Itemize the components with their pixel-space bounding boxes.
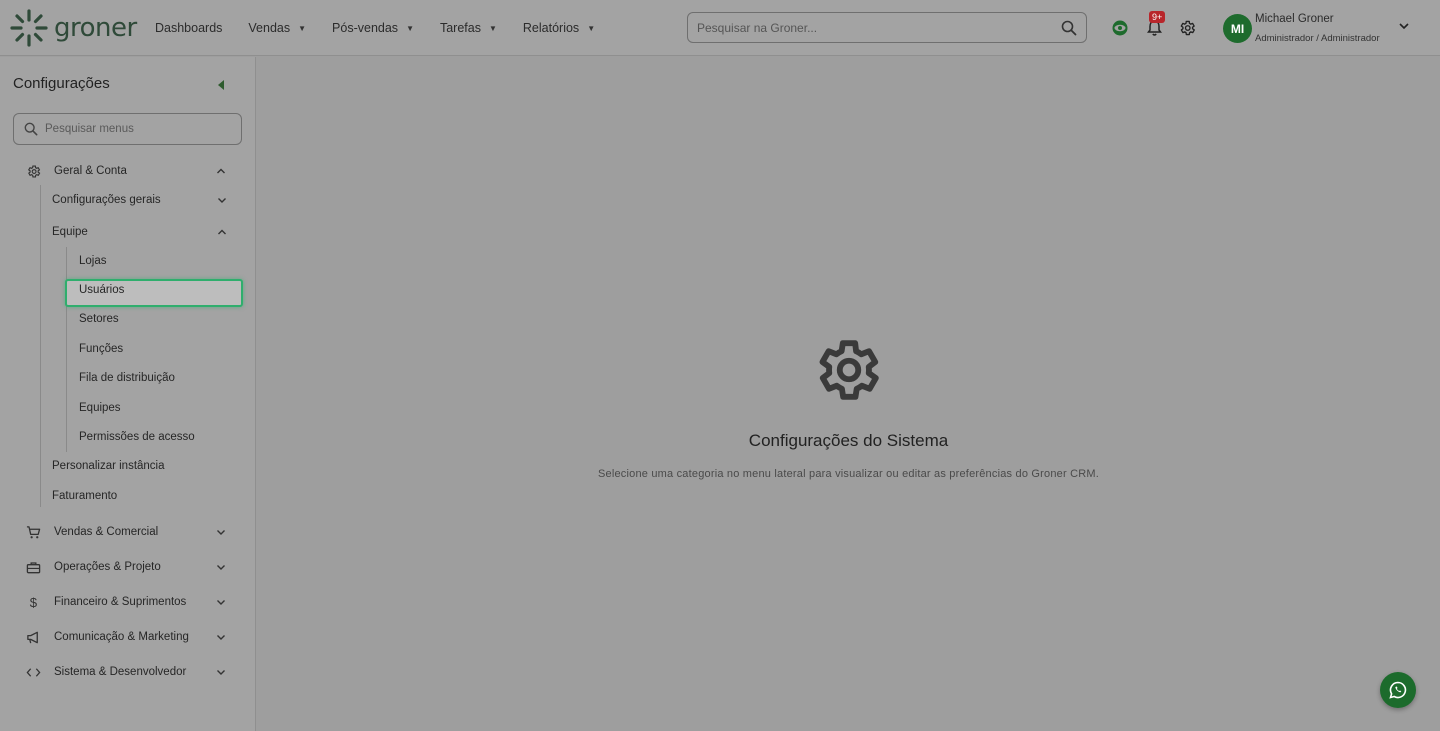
- sidebar-group-sistema-desenvolvedor[interactable]: Sistema & Desenvolvedor: [25, 664, 245, 680]
- sidebar-group-label: Comunicação & Marketing: [54, 631, 189, 643]
- groner-logo-icon: [10, 9, 48, 47]
- nav-label: Vendas: [248, 21, 291, 35]
- sidebar-group-operacoes-projeto[interactable]: Operações & Projeto: [25, 559, 245, 575]
- sidebar-title: Configurações: [13, 75, 110, 92]
- sidebar-group-label: Vendas & Comercial: [54, 526, 159, 538]
- sidebar-group-label: Financeiro & Suprimentos: [54, 596, 187, 608]
- sidebar-item-funcoes[interactable]: Funções: [79, 343, 123, 355]
- main-nav: Dashboards Vendas ▼ Pós-vendas ▼ Tarefas ▼ …: [155, 0, 621, 56]
- page-title: Configurações do Sistema: [748, 431, 949, 450]
- sidebar-item-label: Setores: [79, 313, 119, 325]
- global-search-input[interactable]: [697, 20, 1061, 35]
- sidebar-group-financeiro-suprimentos[interactable]: $ Financeiro & Suprimentos: [25, 594, 245, 610]
- gear-icon: [819, 340, 879, 400]
- chevron-down-icon: [217, 530, 225, 535]
- nav-relatorios[interactable]: Relatórios ▼: [523, 21, 595, 35]
- sidebar-item-personalizar-instancia[interactable]: Personalizar instância: [52, 460, 165, 472]
- nav-label: Pós-vendas: [332, 21, 399, 35]
- menu-search[interactable]: [13, 113, 242, 145]
- sidebar-item-permissoes-acesso[interactable]: Permissões de acesso: [79, 431, 195, 443]
- sidebar-item-label: Personalizar instância: [52, 460, 165, 472]
- gear-icon: [25, 163, 41, 179]
- logo[interactable]: groner: [10, 9, 137, 47]
- user-role: Administrador / Administrador: [1255, 33, 1380, 44]
- page-subtitle: Selecione uma categoria no menu lateral …: [597, 468, 1099, 480]
- chevron-down-icon: [217, 565, 225, 570]
- chevron-down-icon: [217, 635, 225, 640]
- svg-text:$: $: [29, 595, 37, 610]
- search-icon: [24, 122, 38, 136]
- chevron-down-icon: [217, 600, 225, 605]
- eye-toggle-button[interactable]: [1109, 17, 1131, 39]
- top-bar: groner Dashboards Vendas ▼ Pós-vendas ▼ Ta…: [0, 0, 1440, 56]
- sidebar-item-faturamento[interactable]: Faturamento: [52, 490, 117, 502]
- main-content: Configurações do Sistema Selecione uma c…: [257, 57, 1440, 731]
- caret-down-icon: ▼: [488, 23, 497, 33]
- whatsapp-icon: [1389, 681, 1407, 699]
- sidebar-item-label: Equipes: [79, 402, 121, 414]
- global-search[interactable]: [687, 12, 1087, 43]
- collapse-sidebar-icon[interactable]: [218, 80, 224, 90]
- caret-down-icon: ▼: [406, 23, 414, 33]
- dollar-icon: $: [25, 594, 41, 610]
- avatar[interactable]: MI: [1223, 14, 1252, 43]
- sidebar-item-label: Faturamento: [52, 490, 118, 502]
- gear-icon: [1180, 20, 1195, 36]
- nav-pos-vendas[interactable]: Pós-vendas ▼: [332, 21, 414, 35]
- sidebar-item-label: Lojas: [79, 255, 107, 267]
- sidebar-group-geral-conta[interactable]: Geral & Conta: [25, 163, 245, 179]
- sidebar-item-usuarios[interactable]: Usuários: [79, 284, 124, 296]
- eye-icon: [1112, 20, 1128, 36]
- caret-down-icon: ▼: [587, 23, 596, 33]
- chevron-down-icon[interactable]: [1397, 19, 1411, 33]
- sidebar-item-label: Configurações gerais: [52, 194, 161, 206]
- sidebar-item-setores[interactable]: Setores: [79, 313, 119, 325]
- nav-dashboards[interactable]: Dashboards: [155, 21, 222, 35]
- nav-label: Relatórios: [522, 21, 580, 35]
- megaphone-icon: [25, 629, 41, 645]
- sidebar-item-label: Funções: [79, 343, 124, 355]
- sidebar-group-label: Sistema & Desenvolvedor: [54, 666, 187, 678]
- sidebar-group-vendas-comercial[interactable]: Vendas & Comercial: [25, 524, 245, 540]
- nav-label: Dashboards: [155, 21, 223, 35]
- sidebar-item-equipes[interactable]: Equipes: [79, 402, 121, 414]
- sidebar-item-fila-distribuicao[interactable]: Fila de distribuição: [79, 372, 175, 384]
- sidebar-group-label: Geral & Conta: [54, 165, 127, 177]
- chevron-up-icon: [217, 168, 225, 174]
- notifications-badge: 9+: [1149, 11, 1166, 23]
- sidebar-item-label: Usuários: [79, 284, 125, 296]
- sidebar-item-label: Permissões de acesso: [79, 431, 195, 443]
- sidebar-group-comunicacao-marketing[interactable]: Comunicação & Marketing: [25, 629, 245, 645]
- user-name[interactable]: Michael Groner: [1255, 13, 1334, 25]
- nav-tarefas[interactable]: Tarefas ▼: [440, 21, 497, 35]
- whatsapp-button[interactable]: [1380, 672, 1416, 708]
- chevron-down-icon: [217, 670, 225, 675]
- chevron-up-icon: [218, 229, 226, 235]
- code-icon: [25, 664, 41, 680]
- sidebar-item-configuracoes-gerais[interactable]: Configurações gerais: [52, 192, 232, 208]
- sidebar-item-label: Fila de distribuição: [79, 372, 175, 384]
- sidebar-item-equipe[interactable]: Equipe: [52, 224, 232, 240]
- search-icon[interactable]: [1061, 20, 1077, 36]
- toolbox-icon: [25, 559, 41, 575]
- sidebar-group-label: Operações & Projeto: [54, 561, 161, 573]
- sidebar-item-lojas[interactable]: Lojas: [79, 255, 107, 267]
- settings-button[interactable]: [1176, 17, 1198, 39]
- settings-sidebar: Configurações Geral & Conta Configuraçõe…: [0, 57, 256, 731]
- nav-label: Tarefas: [439, 21, 481, 35]
- chevron-down-icon: [218, 198, 226, 203]
- caret-down-icon: ▼: [298, 23, 307, 33]
- cart-icon: [25, 524, 41, 540]
- tree-line: [66, 247, 67, 452]
- menu-search-input[interactable]: [45, 123, 231, 135]
- sidebar-item-label: Equipe: [52, 226, 88, 238]
- tree-line: [40, 185, 41, 507]
- nav-vendas[interactable]: Vendas ▼: [248, 21, 306, 35]
- brand-name: groner: [54, 13, 137, 43]
